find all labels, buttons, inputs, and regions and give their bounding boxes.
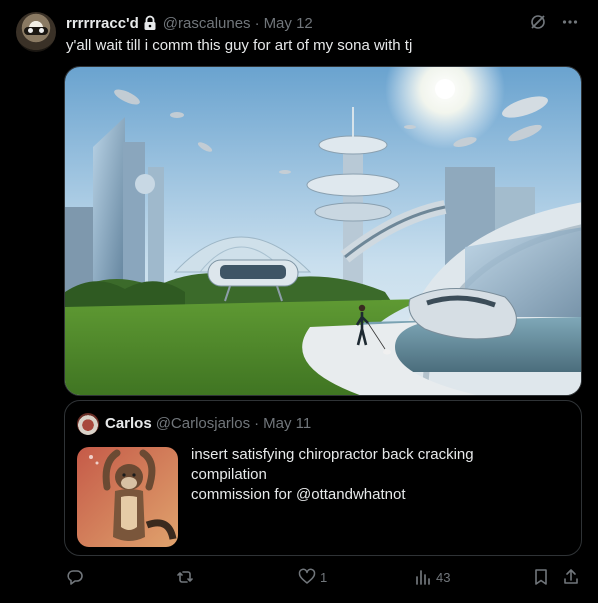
- quote-text-line: commission for @ottandwhatnot: [191, 486, 406, 503]
- repost-button[interactable]: [176, 568, 194, 586]
- reply-button[interactable]: [66, 568, 84, 586]
- views-icon: [416, 570, 430, 585]
- tweet-image[interactable]: [64, 66, 582, 396]
- quote-author-handle[interactable]: @Carlosjarlos: [156, 415, 250, 432]
- author-handle[interactable]: @rascalunes: [163, 15, 251, 32]
- tweet-text: y'all wait till i comm this guy for art …: [66, 37, 413, 54]
- author-avatar[interactable]: [16, 12, 56, 52]
- bookmark-icon: [535, 569, 547, 585]
- quote-date[interactable]: May 11: [263, 415, 311, 432]
- views-button[interactable]: 43: [414, 568, 450, 586]
- views-count: 43: [436, 569, 451, 585]
- header-actions: [528, 12, 580, 32]
- quote-author-name[interactable]: Carlos: [105, 415, 152, 432]
- quote-thumbnail-image[interactable]: [77, 447, 178, 547]
- lock-icon: [143, 15, 157, 31]
- quote-text-line: insert satisfying chiropractor back crac…: [191, 446, 474, 463]
- separator-dot: ·: [254, 415, 260, 432]
- quote-text: insert satisfying chiropractor back crac…: [191, 445, 474, 505]
- like-button[interactable]: 1: [298, 568, 327, 586]
- more-icon[interactable]: [560, 12, 580, 32]
- tweet-actions: 1 43: [64, 568, 584, 590]
- post-date[interactable]: May 12: [264, 15, 313, 32]
- quote-text-line: compilation: [191, 466, 267, 483]
- separator-dot: ·: [254, 14, 260, 32]
- quote-author-avatar[interactable]: [77, 413, 99, 435]
- bookmark-button[interactable]: [532, 568, 550, 586]
- repost-icon: [177, 571, 193, 583]
- author-display-name[interactable]: rrrrrracc'd: [66, 15, 139, 32]
- like-count: 1: [320, 569, 328, 585]
- tweet[interactable]: rrrrrracc'd @rascalunes · May 12 y'all w…: [0, 0, 598, 603]
- heart-icon: [298, 568, 316, 584]
- share-button[interactable]: [562, 568, 580, 586]
- avatar-eye-left: [28, 28, 33, 33]
- avatar-eye-right: [39, 28, 44, 33]
- quote-tweet[interactable]: Carlos @Carlosjarlos · May 11 insert sat…: [64, 400, 582, 556]
- quote-header: Carlos @Carlosjarlos · May 11: [105, 415, 311, 432]
- reply-icon: [67, 570, 83, 585]
- grok-icon[interactable]: [528, 12, 548, 32]
- tweet-header: rrrrrracc'd @rascalunes · May 12: [66, 13, 313, 33]
- share-icon: [564, 569, 578, 584]
